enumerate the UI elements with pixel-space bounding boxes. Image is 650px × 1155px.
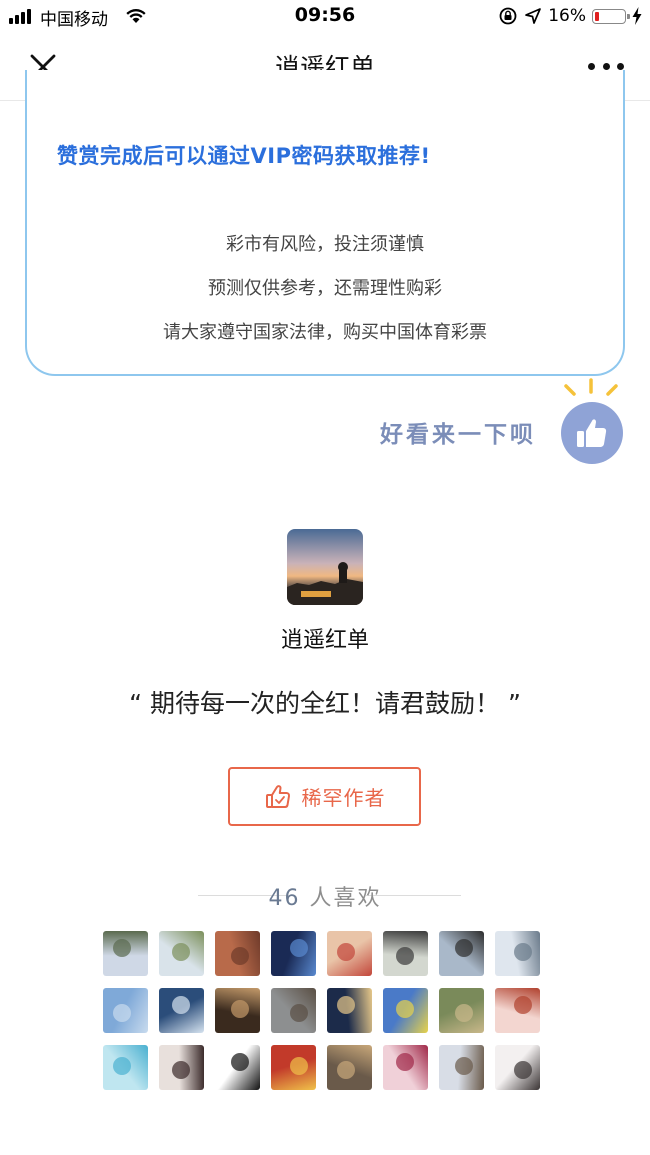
orientation-lock-icon xyxy=(499,7,517,25)
status-bar: 中国移动 09:56 16% xyxy=(0,0,650,32)
thumbs-up-icon xyxy=(577,419,607,447)
avatar-6[interactable] xyxy=(383,931,428,976)
avatar-2[interactable] xyxy=(159,931,204,976)
likes-suffix: 人喜欢 xyxy=(309,886,382,911)
notice-line-2: 预测仅供参考，还需理性购彩 xyxy=(208,278,442,299)
notice-line-1: 彩市有风险，投注须谨慎 xyxy=(226,234,424,255)
battery-percent: 16% xyxy=(548,6,586,26)
like-button[interactable] xyxy=(561,402,623,464)
avatar-1[interactable] xyxy=(103,931,148,976)
notice-line-3: 请大家遵守国家法律，购买中国体育彩票 xyxy=(163,322,487,343)
notice-headline: 赞赏完成后可以通过VIP密码获取推荐! xyxy=(57,144,431,168)
avatar-7[interactable] xyxy=(439,931,484,976)
likes-count: 46 xyxy=(268,886,301,911)
avatar-12[interactable] xyxy=(271,988,316,1033)
author-avatar xyxy=(287,529,363,605)
avatar-15[interactable] xyxy=(439,988,484,1033)
avatar-22[interactable] xyxy=(383,1045,428,1090)
notice-card: 赞赏完成后可以通过VIP密码获取推荐! 彩市有风险，投注须谨慎 预测仅供参考，还… xyxy=(25,70,625,376)
avatar-10[interactable] xyxy=(159,988,204,1033)
avatar-13[interactable] xyxy=(327,988,372,1033)
author-quote: “ 期待每一次的全红！请君鼓励！ ” xyxy=(129,689,521,718)
reward-author-button[interactable]: 稀罕作者 xyxy=(228,767,421,826)
avatar-16[interactable] xyxy=(495,988,540,1033)
sparkle-rays-icon xyxy=(564,378,618,396)
avatar-9[interactable] xyxy=(103,988,148,1033)
avatar-5[interactable] xyxy=(327,931,372,976)
battery-icon xyxy=(592,8,630,24)
avatar-24[interactable] xyxy=(495,1045,540,1090)
charging-icon xyxy=(632,7,642,25)
like-prompt-text[interactable]: 好看来一下呗 xyxy=(380,415,536,449)
avatar-8[interactable] xyxy=(495,931,540,976)
avatar-19[interactable] xyxy=(215,1045,260,1090)
liker-avatar-grid xyxy=(103,931,545,1090)
avatar-3[interactable] xyxy=(215,931,260,976)
reward-author-label: 稀罕作者 xyxy=(301,786,386,810)
avatar-14[interactable] xyxy=(383,988,428,1033)
author-name: 逍遥红单 xyxy=(280,628,369,653)
location-icon xyxy=(525,8,542,24)
likes-summary: 46 人喜欢 xyxy=(0,880,650,911)
avatar-17[interactable] xyxy=(103,1045,148,1090)
avatar-20[interactable] xyxy=(271,1045,316,1090)
avatar-11[interactable] xyxy=(215,988,260,1033)
avatar-18[interactable] xyxy=(159,1045,204,1090)
thumbs-up-outline-icon xyxy=(265,784,290,808)
avatar-4[interactable] xyxy=(271,931,316,976)
avatar-21[interactable] xyxy=(327,1045,372,1090)
avatar-23[interactable] xyxy=(439,1045,484,1090)
